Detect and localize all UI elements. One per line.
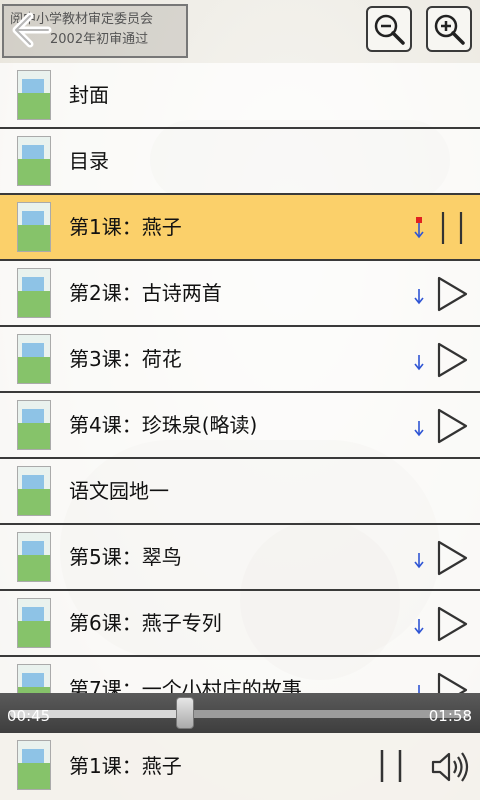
lesson-title: 第5课：翠鸟 (69, 545, 182, 569)
play-button[interactable] (434, 539, 470, 577)
lesson-title: 第3课：荷花 (69, 347, 182, 371)
lesson-row[interactable]: 语文园地一 (0, 459, 480, 525)
download-arrow-icon (411, 415, 427, 437)
top-bar: 阅中小学教材审定委员会 2002年初审通过 (0, 0, 480, 62)
zoom-out-icon (374, 14, 405, 45)
play-button[interactable] (434, 605, 470, 643)
speaker-icon (431, 752, 469, 782)
lesson-thumbnail (17, 70, 51, 120)
play-icon (437, 540, 468, 576)
seek-handle[interactable] (176, 697, 195, 729)
pause-button[interactable] (376, 747, 406, 785)
now-playing-bar: 第1课：燕子 (0, 733, 480, 800)
pause-button[interactable] (434, 209, 470, 247)
play-icon (437, 408, 468, 444)
now-playing-thumbnail (17, 740, 51, 790)
back-arrow-icon (12, 12, 52, 48)
audio-player: 00:45 01:58 第1课：燕子 (0, 693, 480, 800)
lesson-thumbnail (17, 400, 51, 450)
pause-icon (380, 750, 402, 782)
play-icon (437, 342, 468, 378)
lesson-row[interactable]: 封面 (0, 63, 480, 129)
zoom-out-button[interactable] (366, 6, 412, 52)
lesson-row[interactable]: 第1课：燕子 (0, 195, 480, 261)
lesson-thumbnail (17, 334, 51, 384)
volume-button[interactable] (430, 749, 472, 785)
lesson-row[interactable]: 目录 (0, 129, 480, 195)
lesson-title: 第6课：燕子专列 (69, 611, 222, 635)
play-button[interactable] (434, 275, 470, 313)
download-arrow-icon (411, 613, 427, 635)
lesson-thumbnail (17, 268, 51, 318)
download-arrow-icon (411, 349, 427, 371)
download-arrow-icon (411, 547, 427, 569)
lesson-row[interactable]: 第6课：燕子专列 (0, 591, 480, 657)
zoom-in-icon (434, 14, 465, 45)
lesson-title: 目录 (69, 149, 109, 173)
play-button[interactable] (434, 407, 470, 445)
lesson-row[interactable]: 第2课：古诗两首 (0, 261, 480, 327)
lesson-title: 第1课：燕子 (69, 215, 182, 239)
lesson-row[interactable]: 第3课：荷花 (0, 327, 480, 393)
lesson-thumbnail (17, 532, 51, 582)
lesson-title: 封面 (69, 83, 109, 107)
lesson-thumbnail (17, 598, 51, 648)
play-icon (437, 606, 468, 642)
lesson-title: 语文园地一 (69, 479, 169, 503)
lesson-thumbnail (17, 466, 51, 516)
lesson-list: 封面目录第1课：燕子第2课：古诗两首 第3课：荷花第4课：珍珠泉(略读) 语文园地一… (0, 63, 480, 723)
duration: 01:58 (428, 707, 472, 725)
lesson-thumbnail (17, 202, 51, 252)
back-button[interactable] (8, 10, 52, 50)
lesson-title: 第2课：古诗两首 (69, 281, 222, 305)
seek-bar[interactable]: 00:45 01:58 (0, 693, 480, 733)
current-time: 00:45 (7, 707, 51, 725)
pause-icon (441, 212, 463, 244)
download-arrow-icon (411, 217, 427, 239)
download-arrow-icon (411, 283, 427, 305)
lesson-thumbnail (17, 136, 51, 186)
now-playing-title: 第1课：燕子 (69, 754, 182, 778)
lesson-row[interactable]: 第4课：珍珠泉(略读) (0, 393, 480, 459)
play-icon (437, 276, 468, 312)
lesson-row[interactable]: 第5课：翠鸟 (0, 525, 480, 591)
play-button[interactable] (434, 341, 470, 379)
lesson-title: 第4课：珍珠泉(略读) (69, 413, 258, 437)
zoom-in-button[interactable] (426, 6, 472, 52)
